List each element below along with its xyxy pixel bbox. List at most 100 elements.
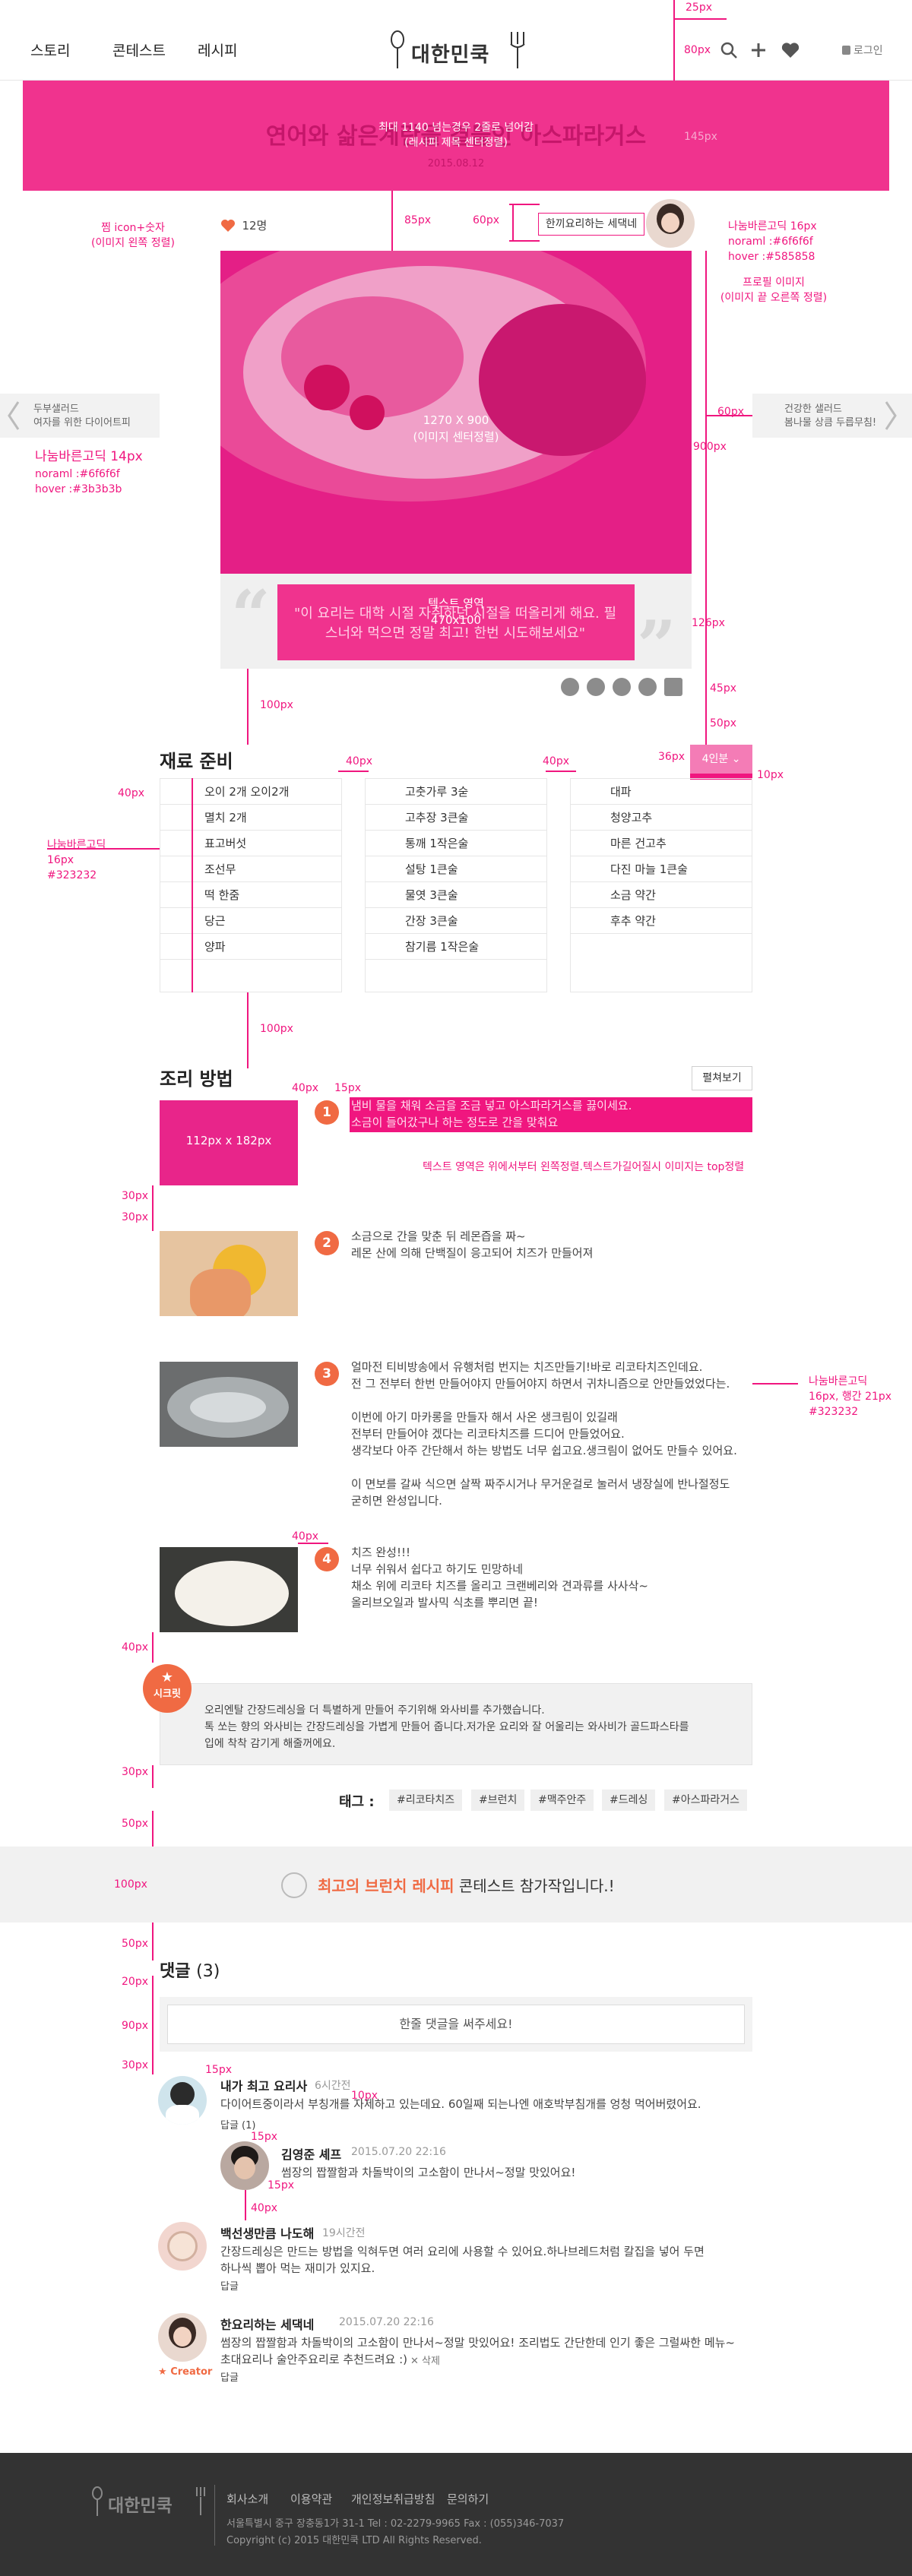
like-counter[interactable]: 12명	[220, 217, 267, 233]
heart-icon[interactable]	[780, 40, 801, 61]
spec-font2: 나눔바른고딕 14px	[35, 448, 143, 465]
step-image	[160, 1362, 298, 1447]
steps-title: 조리 방법	[160, 1068, 233, 1090]
contest-highlight: 최고의 브런치 레시피	[318, 1877, 454, 1895]
author-name-tag[interactable]: 한끼요리하는 세댁네	[538, 213, 644, 236]
step-text: 치즈 완성!!! 너무 쉬워서 쉽다고 하기도 민망하네 채소 위에 리코타 치…	[351, 1546, 648, 1609]
ingredient-item: 양파	[160, 934, 341, 960]
spec-font3-a: 나눔바른고딕	[47, 839, 106, 851]
footer-link-about[interactable]: 회사소개	[226, 2491, 268, 2507]
spec-font1: 나눔바른고딕 16px noraml :#6f6f6f hover :#5858…	[728, 219, 817, 264]
reply-link[interactable]: 답글	[220, 2278, 239, 2293]
spec-85: 85px	[404, 214, 431, 226]
recipe-quote: “ "이 요리는 대학 시절 자취하던 시절을 떠올리게 해요. 필스너와 먹으…	[220, 574, 692, 680]
pinterest-icon[interactable]	[613, 678, 631, 696]
comment-body: 다이어트중이라서 부칭개를 자제하고 있는데요. 60일째 되는나엔 애호박부침…	[220, 2097, 701, 2111]
footer-link-contact[interactable]: 문의하기	[447, 2491, 489, 2507]
spec-900: 900px	[693, 441, 727, 453]
spec-font2-a: 나눔바른고딕 14px	[35, 449, 143, 464]
tag-item[interactable]: #브런치	[471, 1790, 525, 1811]
tag-item[interactable]: #리코타치즈	[389, 1790, 463, 1811]
print-icon[interactable]	[664, 678, 682, 696]
google-plus-icon[interactable]	[638, 678, 657, 696]
spec-profile: 프로필 이미지 (이미지 끝 오른쪽 정렬)	[713, 275, 834, 305]
footer-address: 서울특별시 중구 장충동1가 31-1 Tel : 02-2279-9965 F…	[226, 2518, 565, 2530]
comment-author[interactable]: 백선생만큼 나도해	[220, 2223, 314, 2242]
spec-line	[512, 204, 514, 242]
comment-author[interactable]: 김영준 셰프	[281, 2144, 341, 2163]
spec-40: 40px	[118, 787, 144, 799]
author-avatar[interactable]	[646, 199, 695, 248]
contest-banner[interactable]: 최고의 브런치 레시피 콘테스트 참가작입니다.! 100px	[0, 1847, 912, 1923]
quote-label-title: 텍스트 영역	[428, 597, 484, 610]
spec-font2-b: noraml :#6f6f6f	[35, 468, 120, 480]
spec-font1-a: 나눔바른고딕 16px	[728, 220, 817, 233]
spec-40e: 40px	[292, 1530, 318, 1543]
comment-author[interactable]: 내가 최고 요리사	[220, 2076, 307, 2094]
comment-body: 썸장의 짭짤함과 차돌박이의 고소함이 만나서~정말 맛있어요!	[281, 2166, 576, 2179]
tag-item[interactable]: #아스파라거스	[664, 1790, 748, 1811]
spec-font1-b: noraml :#6f6f6f	[728, 236, 813, 248]
comment-time: 2015.07.20 22:16	[339, 2316, 434, 2328]
spec-line	[705, 669, 707, 745]
tag-item[interactable]: #맥주안주	[530, 1790, 594, 1811]
main-image-caption: (이미지 센터정렬)	[413, 430, 499, 444]
spec-20: 20px	[122, 1976, 148, 1988]
twitter-icon[interactable]	[561, 678, 579, 696]
step-number: 1	[315, 1100, 339, 1125]
spec-30b: 30px	[122, 1211, 148, 1223]
commenter-avatar[interactable]	[220, 2141, 269, 2190]
step-image	[160, 1231, 298, 1316]
footer-link-privacy[interactable]: 개인정보취급방침	[351, 2491, 435, 2507]
reply-link[interactable]: 답글	[220, 2369, 239, 2384]
expand-button[interactable]: 펼쳐보기	[692, 1066, 752, 1090]
next-recipe-link[interactable]: 건강한 샐러드 봄나물 상큼 두릅무침!	[752, 394, 912, 438]
star-icon: ★	[160, 1669, 174, 1685]
nav-story[interactable]: 스토리	[30, 40, 70, 60]
logo-text: 대한민쿡	[411, 43, 490, 67]
delete-link[interactable]: ✕ 삭제	[410, 2353, 440, 2367]
facebook-icon[interactable]	[587, 678, 605, 696]
spec-c15b: 15px	[251, 2131, 277, 2143]
spec-40b: 40px	[346, 755, 372, 767]
commenter-avatar[interactable]	[158, 2076, 207, 2125]
spec-like-note: 찜 icon+숫자 (이미지 왼쪽 정렬)	[72, 220, 194, 251]
spec-line	[152, 1811, 154, 1847]
chevron-down-icon: ⌄	[731, 753, 741, 765]
ingredients-col-1: 오이 2개 오이2개 멸치 2개 표고버섯 조선무 떡 한줌 당근 양파	[160, 778, 342, 992]
prev-recipe-link[interactable]: 두부샐러드 여자를 위한 다이어트피	[0, 394, 160, 438]
ingredient-item: 간장 3큰술	[366, 908, 546, 934]
spec-line	[752, 1383, 798, 1385]
spec-font4-a: 나눔바른고딕	[809, 1375, 868, 1388]
delete-label: 삭제	[422, 2356, 440, 2367]
nav-contest[interactable]: 콘테스트	[112, 40, 166, 60]
spoon-icon	[92, 2486, 103, 2516]
ingredient-item: 소금 약간	[571, 882, 752, 908]
spec-like-note-1: 찜 icon+숫자	[101, 222, 165, 234]
comment-input[interactable]: 한줄 댓글을 써주세요!	[167, 2005, 745, 2044]
nav-recipe[interactable]: 레시피	[198, 40, 237, 60]
next-recipe-line2: 봄나물 상큼 두릅무침!	[784, 417, 877, 429]
comment-author[interactable]: 한요리하는 세댁네	[220, 2315, 314, 2333]
spec-100: 100px	[260, 699, 293, 711]
ingredient-item: 참기름 1작은술	[366, 934, 546, 960]
site-footer: 대한민쿡 회사소개 이용약관 개인정보취급방침 문의하기 서울특별시 중구 장충…	[0, 2453, 912, 2576]
open-quote-icon: “	[231, 575, 271, 656]
search-icon[interactable]	[718, 40, 739, 61]
portion-label: 4인분	[701, 753, 729, 765]
footer-link-terms[interactable]: 이용약관	[290, 2491, 332, 2507]
plus-icon[interactable]	[748, 40, 769, 61]
spec-line	[391, 191, 393, 252]
spec-c10: 10px	[351, 2090, 378, 2102]
comments-title-label: 댓글	[160, 1962, 191, 1981]
site-header: 스토리 콘테스트 레시피 대한민쿡 로그인	[0, 20, 912, 81]
portion-select[interactable]: 4인분 ⌄	[690, 745, 752, 774]
ingredient-item: 설탕 1큰술	[366, 856, 546, 882]
commenter-avatar[interactable]	[158, 2222, 207, 2271]
commenter-avatar[interactable]	[158, 2313, 207, 2362]
comment-time: 19시간전	[322, 2227, 366, 2239]
comments-count: (3)	[196, 1962, 220, 1981]
login-link[interactable]: 로그인	[842, 43, 883, 58]
site-logo[interactable]: 대한민쿡	[384, 30, 528, 70]
tag-item[interactable]: #드레싱	[602, 1790, 656, 1811]
